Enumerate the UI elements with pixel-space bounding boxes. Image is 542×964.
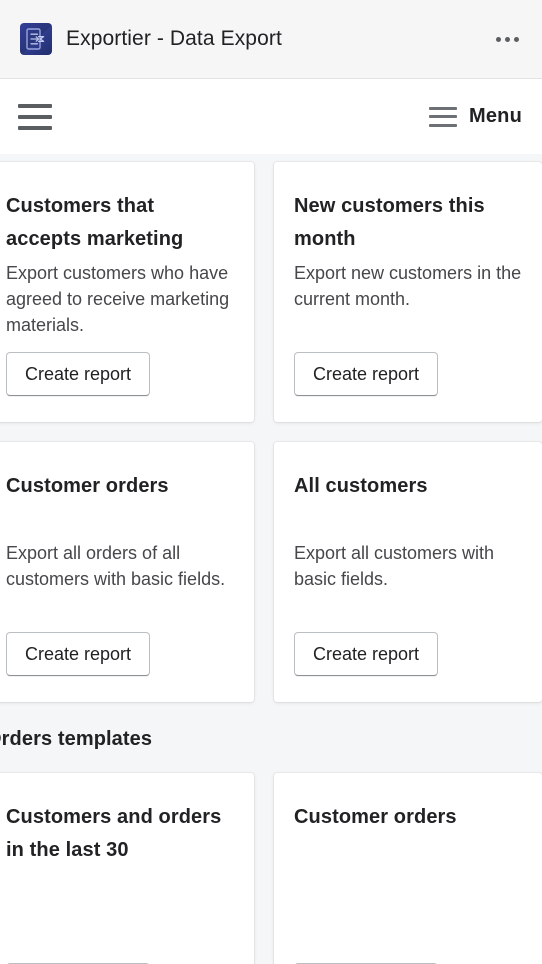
template-card[interactable]: New customers this month Export new cust…	[274, 162, 542, 422]
template-card-description	[6, 871, 234, 949]
templates-scroll-area[interactable]: Customers that accepts marketing Export …	[0, 154, 542, 964]
template-card[interactable]: All customers Export all customers with …	[274, 442, 542, 702]
template-card[interactable]: Customers that accepts marketing Export …	[0, 162, 254, 422]
template-card-description: Export customers who have agreed to rece…	[6, 263, 230, 335]
template-card-actions: Create report	[294, 632, 522, 676]
section-heading-orders-templates: Orders templates	[0, 728, 153, 750]
template-card-description: Export new customers in the current mont…	[294, 263, 522, 309]
template-card-actions: Create report	[294, 352, 522, 396]
template-card-title: All customers	[294, 475, 428, 497]
kebab-dot	[504, 36, 510, 42]
kebab-dot	[513, 36, 519, 42]
kebab-dot	[495, 36, 501, 42]
template-card-grid: Customers that accepts marketing Export …	[0, 162, 542, 702]
template-card-actions: Create report	[6, 632, 234, 676]
template-card-description: Export all customers with basic fields.	[294, 543, 495, 589]
app-top-bar: Exportier - Data Export	[0, 0, 542, 79]
template-card[interactable]: Customer orders Export all orders of all…	[0, 442, 254, 702]
hamburger-menu-icon[interactable]	[18, 103, 52, 130]
template-card-description: Export all orders of all customers with …	[6, 543, 226, 589]
menu-button[interactable]: Menu	[428, 105, 522, 128]
hamburger-bar	[18, 103, 52, 108]
template-card-title: Customers that accepts marketing	[6, 195, 184, 250]
template-card-title: Customer orders	[294, 806, 457, 828]
template-card-title: New customers this month	[294, 195, 485, 250]
template-card[interactable]: Customer orders Create report	[274, 773, 542, 964]
app-title: Exportier - Data Export	[66, 27, 282, 50]
template-card-grid: Customers and orders in the last 30 Crea…	[0, 773, 542, 964]
template-card-actions: Create report	[6, 352, 234, 396]
hamburger-bar	[18, 125, 52, 130]
more-options-icon[interactable]	[490, 22, 524, 56]
create-report-button[interactable]: Create report	[6, 352, 151, 396]
hamburger-bar	[18, 114, 52, 119]
hamburger-bar	[428, 115, 457, 118]
template-card-description	[294, 871, 522, 949]
row-spacer	[0, 154, 542, 162]
template-card-title: Customer orders	[6, 475, 169, 497]
create-report-button[interactable]: Create report	[294, 632, 439, 676]
hamburger-bar	[428, 106, 457, 110]
hamburger-menu-icon	[428, 106, 457, 127]
create-report-button[interactable]: Create report	[294, 352, 439, 396]
page-navbar: Menu	[0, 79, 542, 154]
embedded-app-page: Menu Customers that accepts marketing Ex…	[0, 79, 542, 964]
template-card-title: Customers and orders in the last 30	[6, 806, 222, 861]
exportier-app-icon	[20, 23, 52, 55]
menu-button-label: Menu	[468, 105, 522, 127]
template-card[interactable]: Customers and orders in the last 30 Crea…	[0, 773, 254, 964]
hamburger-bar	[428, 123, 457, 127]
create-report-button[interactable]: Create report	[6, 632, 151, 676]
